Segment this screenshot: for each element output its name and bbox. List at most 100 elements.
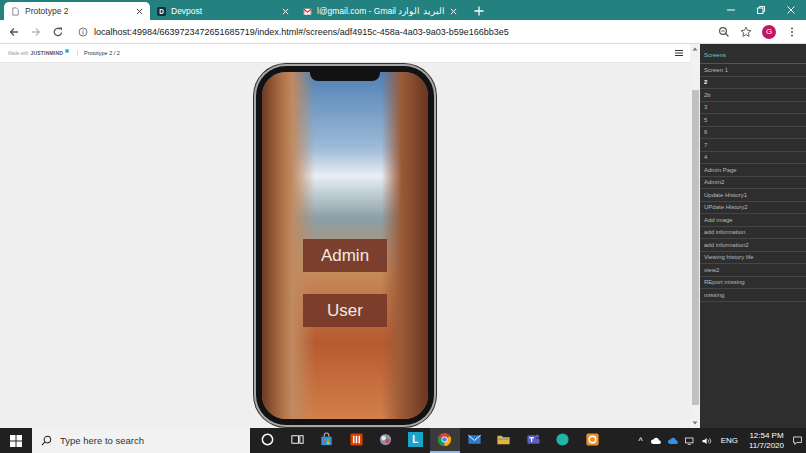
app-letter-icon: L (408, 432, 423, 447)
search-icon (41, 435, 52, 446)
background-photo: Admin User (262, 72, 428, 419)
sidebar-item[interactable]: 2b (700, 89, 806, 102)
close-icon[interactable] (450, 8, 457, 15)
sidebar-item[interactable]: 4 (700, 152, 806, 165)
task-view-icon (290, 432, 305, 447)
restore-icon (756, 5, 766, 15)
sidebar-item[interactable]: 6 (700, 127, 806, 140)
chrome-icon (437, 432, 452, 447)
sidebar-title: Screens (700, 44, 806, 64)
sidebar-item[interactable]: Admin Page (700, 164, 806, 177)
forward-arrow-icon[interactable] (30, 26, 42, 38)
sidebar-item[interactable]: Viewing history life (700, 252, 806, 265)
sidebar-item[interactable]: 7 (700, 139, 806, 152)
taskbar-app[interactable] (371, 428, 401, 453)
close-icon[interactable] (136, 8, 143, 15)
taskbar-app[interactable]: L (401, 428, 431, 453)
clock[interactable]: 12:54 PM11/7/2020 (746, 431, 787, 451)
sidebar-item[interactable]: 3 (700, 102, 806, 115)
sidebar-item[interactable]: Add image (700, 214, 806, 227)
made-with-text: Made with (8, 51, 29, 56)
role-button[interactable]: Admin (303, 239, 387, 272)
start-button[interactable] (0, 428, 32, 453)
url-text: localhost:49984/6639723472651685719/inde… (94, 27, 509, 37)
system-tray: ^ ENG 12:54 PM11/7/2020 (636, 431, 806, 451)
taskbar-search[interactable]: Type here to search (32, 428, 250, 453)
scrollbar[interactable] (690, 44, 700, 428)
scroll-up-icon[interactable] (690, 44, 700, 54)
screens-sidebar: ScreensScreen 122b35674Admin PageAdmin2U… (700, 44, 806, 428)
show-hidden-icons[interactable]: ^ (636, 436, 644, 446)
sidebar-item[interactable]: UPdate History2 (700, 202, 806, 215)
volume-icon[interactable] (701, 436, 713, 446)
brand-text: JUSTINMIND (31, 50, 64, 56)
prototype-viewer: Made withJUSTINMIND Prototype 2 / 2 Admin U… (0, 44, 690, 428)
close-window-button[interactable] (776, 0, 806, 20)
scroll-thumb[interactable] (692, 90, 699, 405)
browser-tab[interactable]: Prototype 2 (4, 2, 150, 20)
network-icon[interactable] (684, 436, 696, 446)
new-tab-plus-icon[interactable] (474, 6, 484, 16)
taskbar-app[interactable] (430, 428, 460, 453)
sidebar-item[interactable]: add information (700, 227, 806, 240)
browser-tab[interactable]: l@gmail.com - Gmail البريد الوارد (296, 2, 464, 20)
breadcrumb: Prototype 2 / 2 (77, 50, 120, 56)
windows-logo-icon (10, 435, 22, 447)
taskbar-app[interactable] (283, 428, 313, 453)
taskbar-app[interactable] (342, 428, 372, 453)
info-icon[interactable] (78, 27, 88, 37)
orange-app-icon (585, 432, 600, 447)
reload-icon[interactable] (52, 26, 64, 38)
back-arrow-icon[interactable] (8, 26, 20, 38)
sidebar-item[interactable]: Screen 1 (700, 64, 806, 77)
browser-tab[interactable]: D Devpost (150, 2, 296, 20)
profile-avatar[interactable]: G (762, 25, 776, 39)
toolbar: localhost:49984/6639723472651685719/inde… (0, 20, 806, 44)
minimize-button[interactable] (716, 0, 746, 20)
browser-window: Prototype 2 D Devpost l@gmail.com - Gmail ا… (0, 0, 806, 428)
sidebar-item[interactable]: add information2 (700, 239, 806, 252)
taskbar-app[interactable] (460, 428, 490, 453)
notifications-icon[interactable] (792, 435, 803, 446)
more-menu-icon[interactable] (786, 26, 798, 38)
clock-date: 11/7/2020 (749, 441, 784, 451)
sidebar-item[interactable]: 2 (700, 77, 806, 90)
close-window-icon (786, 5, 796, 15)
phone-screen: Admin User (262, 72, 428, 419)
justinmind-logo[interactable]: Made withJUSTINMIND (8, 50, 69, 56)
tab-label: Devpost (171, 6, 277, 16)
bookmark-star-icon[interactable] (740, 26, 752, 38)
taskbar-app[interactable] (489, 428, 519, 453)
taskbar-app[interactable] (548, 428, 578, 453)
phone-notch (310, 72, 380, 81)
taskbar-app[interactable] (312, 428, 342, 453)
sidebar-item[interactable]: view2 (700, 264, 806, 277)
zoom-icon[interactable] (718, 26, 730, 38)
sidebar-item[interactable]: REport missing (700, 277, 806, 290)
onedrive-icon[interactable] (667, 436, 679, 446)
cortana-icon (260, 432, 275, 447)
taskbar-app[interactable] (519, 428, 549, 453)
taskbar-apps: L (253, 428, 607, 453)
restore-button[interactable] (746, 0, 776, 20)
sidebar-item[interactable]: missing (700, 289, 806, 302)
page-icon (11, 7, 20, 16)
sidebar-item[interactable]: Admin2 (700, 177, 806, 190)
taskbar-app[interactable] (253, 428, 283, 453)
close-icon[interactable] (282, 8, 289, 15)
tab-bar: Prototype 2 D Devpost l@gmail.com - Gmail ا… (0, 0, 806, 20)
sidebar-item[interactable]: Update History1 (700, 189, 806, 202)
devpost-icon: D (157, 7, 166, 16)
cloud-icon[interactable] (650, 436, 662, 446)
office-icon (349, 432, 364, 447)
phone-mockup: Admin User (256, 66, 434, 425)
scroll-down-icon[interactable] (690, 418, 700, 428)
sidebar-item[interactable]: 5 (700, 114, 806, 127)
address-bar[interactable]: localhost:49984/6639723472651685719/inde… (74, 23, 708, 41)
teams-icon (526, 432, 541, 447)
taskbar-app[interactable] (578, 428, 608, 453)
hamburger-menu-icon[interactable] (674, 48, 684, 58)
input-language[interactable]: ENG (718, 436, 741, 445)
role-button[interactable]: User (303, 294, 387, 327)
photos-app-icon (378, 432, 393, 447)
